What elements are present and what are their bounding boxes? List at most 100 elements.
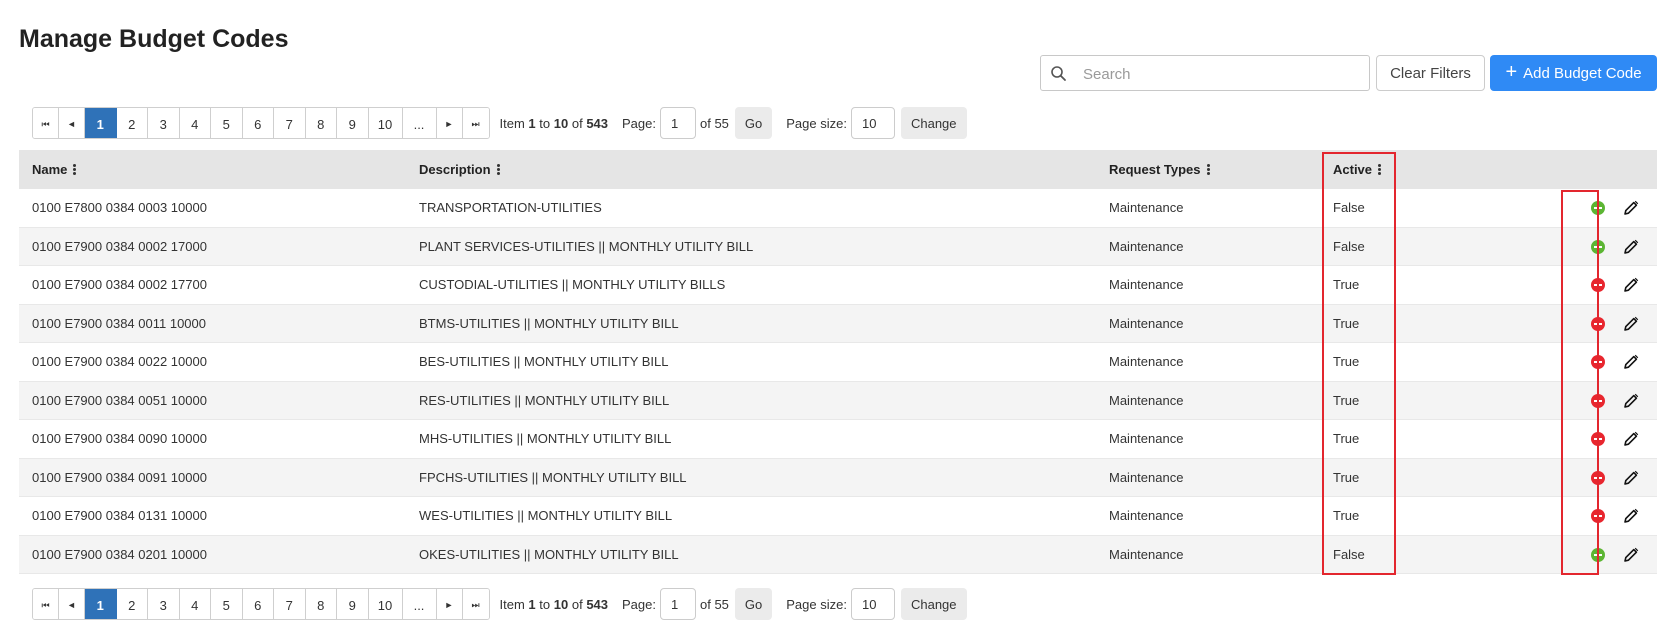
go-button[interactable]: Go	[734, 107, 773, 139]
item-of-word: of	[571, 596, 583, 612]
go-button[interactable]: Go	[734, 588, 773, 620]
page-size-label: Page size:	[786, 596, 847, 612]
page-button[interactable]: 8	[305, 108, 337, 138]
column-header-label: Name	[32, 162, 68, 177]
cell-request-types: Maintenance	[1109, 354, 1184, 370]
page-button[interactable]: 10	[368, 108, 403, 138]
edit-pencil-icon[interactable]	[1622, 199, 1640, 217]
page-number-input[interactable]	[660, 107, 696, 139]
page-button[interactable]: 6	[242, 589, 274, 619]
table-row: 0100 E7900 0384 0090 10000 MHS-UTILITIES …	[19, 420, 1657, 459]
page-button[interactable]: 2	[116, 589, 148, 619]
page-button[interactable]: 3	[148, 589, 180, 619]
column-header-active[interactable]: Active	[1333, 162, 1382, 177]
cell-name: 0100 E7900 0384 0131 10000	[32, 508, 207, 524]
item-prefix: Item	[499, 596, 525, 612]
deactivate-minus-icon[interactable]	[1591, 393, 1605, 408]
prev-page-icon[interactable]: ◄	[59, 108, 85, 138]
deactivate-minus-icon[interactable]	[1591, 278, 1605, 292]
cell-description: PLANT SERVICES-UTILITIES || MONTHLY UTIL…	[419, 238, 754, 254]
add-budget-code-button[interactable]: + Add Budget Code	[1490, 55, 1657, 91]
page-button[interactable]: 10	[368, 589, 403, 619]
cell-request-types: Maintenance	[1109, 508, 1184, 524]
edit-pencil-icon[interactable]	[1622, 353, 1640, 371]
cell-name: 0100 E7900 0384 0091 10000	[32, 469, 207, 485]
cell-description: MHS-UTILITIES || MONTHLY UTILITY BILL	[419, 431, 672, 447]
cell-description: WES-UTILITIES || MONTHLY UTILITY BILL	[419, 508, 673, 524]
page-button[interactable]: 5	[211, 108, 243, 138]
page-button[interactable]: 1	[85, 589, 117, 619]
edit-pencil-icon[interactable]	[1622, 276, 1640, 294]
page-button[interactable]: 7	[274, 108, 306, 138]
edit-pencil-icon[interactable]	[1622, 430, 1640, 448]
column-header-name[interactable]: Name	[32, 162, 77, 177]
last-page-icon[interactable]: ⏭	[462, 589, 489, 619]
plus-icon: +	[1505, 61, 1518, 83]
item-range: Item 1 to 10 of 543	[500, 116, 609, 131]
column-header-description[interactable]: Description	[419, 162, 501, 177]
prev-page-icon[interactable]: ◄	[59, 589, 85, 619]
column-header-request-types[interactable]: Request Types	[1109, 162, 1211, 177]
deactivate-minus-icon[interactable]	[1591, 355, 1605, 369]
column-menu-icon[interactable]	[496, 163, 501, 177]
search-box[interactable]	[1040, 55, 1370, 91]
first-page-icon[interactable]: ⏮	[33, 108, 59, 138]
edit-pencil-icon[interactable]	[1622, 507, 1640, 525]
cell-active: False	[1333, 200, 1365, 216]
page-button[interactable]: ...	[402, 108, 437, 138]
edit-pencil-icon[interactable]	[1622, 315, 1640, 333]
deactivate-minus-icon[interactable]	[1591, 316, 1605, 331]
column-menu-icon[interactable]	[73, 163, 77, 177]
edit-pencil-icon[interactable]	[1622, 546, 1640, 564]
last-page-icon[interactable]: ⏭	[462, 108, 489, 138]
first-page-icon[interactable]: ⏮	[33, 589, 59, 619]
table-row: 0100 E7900 0384 0051 10000 RES-UTILITIES …	[19, 381, 1657, 420]
change-button[interactable]: Change	[900, 107, 967, 139]
edit-pencil-icon[interactable]	[1622, 392, 1640, 410]
search-input[interactable]	[1081, 60, 1365, 88]
page-button[interactable]: 9	[337, 589, 369, 619]
cell-active: True	[1333, 392, 1360, 408]
page-number-input[interactable]	[660, 588, 696, 620]
deactivate-minus-icon[interactable]	[1591, 470, 1605, 485]
page-button[interactable]: 4	[179, 589, 211, 619]
page-button[interactable]: 4	[179, 108, 211, 138]
page-button[interactable]: ...	[402, 589, 437, 619]
page-button[interactable]: 6	[242, 108, 274, 138]
cell-active: True	[1333, 277, 1360, 293]
cell-active: True	[1333, 469, 1360, 485]
page-button[interactable]: 2	[116, 108, 148, 138]
cell-name: 0100 E7900 0384 0090 10000	[32, 431, 207, 447]
clear-filters-button[interactable]: Clear Filters	[1376, 55, 1485, 91]
edit-pencil-icon[interactable]	[1622, 469, 1640, 487]
next-page-icon[interactable]: ►	[436, 108, 463, 138]
edit-pencil-icon[interactable]	[1622, 238, 1640, 256]
change-button[interactable]: Change	[900, 588, 967, 620]
cell-active: False	[1333, 546, 1365, 562]
activate-plus-icon[interactable]	[1591, 201, 1605, 215]
deactivate-minus-icon[interactable]	[1591, 509, 1605, 523]
page-button[interactable]: 7	[274, 589, 306, 619]
page-button[interactable]: 5	[211, 589, 243, 619]
cell-active: True	[1333, 431, 1360, 447]
page-size-input[interactable]	[850, 588, 895, 620]
budget-codes-grid: Name Description Request Types Active 01…	[19, 150, 1657, 574]
column-menu-icon[interactable]	[1378, 163, 1382, 177]
page-button[interactable]: 1	[85, 108, 117, 138]
page-button[interactable]: 3	[148, 108, 180, 138]
item-range: Item 1 to 10 of 543	[500, 597, 609, 612]
page-button[interactable]: 8	[305, 589, 337, 619]
cell-request-types: Maintenance	[1109, 277, 1184, 293]
page-count: of 55	[700, 596, 729, 612]
next-page-icon[interactable]: ►	[436, 589, 463, 619]
activate-plus-icon[interactable]	[1591, 547, 1605, 562]
page-button[interactable]: 9	[337, 108, 369, 138]
deactivate-minus-icon[interactable]	[1591, 432, 1605, 446]
page-buttons: ⏮ ◄ 1 2 3 4 5 6 7 8 9 10... ► ⏭	[32, 588, 490, 620]
page-size-input[interactable]	[850, 107, 895, 139]
item-of-word: of	[571, 115, 583, 131]
page-buttons: ⏮ ◄ 1 2 3 4 5 6 7 8 9 10... ► ⏭	[32, 107, 490, 139]
activate-plus-icon[interactable]	[1591, 239, 1605, 254]
column-menu-icon[interactable]	[1206, 163, 1211, 177]
cell-request-types: Maintenance	[1109, 238, 1184, 254]
